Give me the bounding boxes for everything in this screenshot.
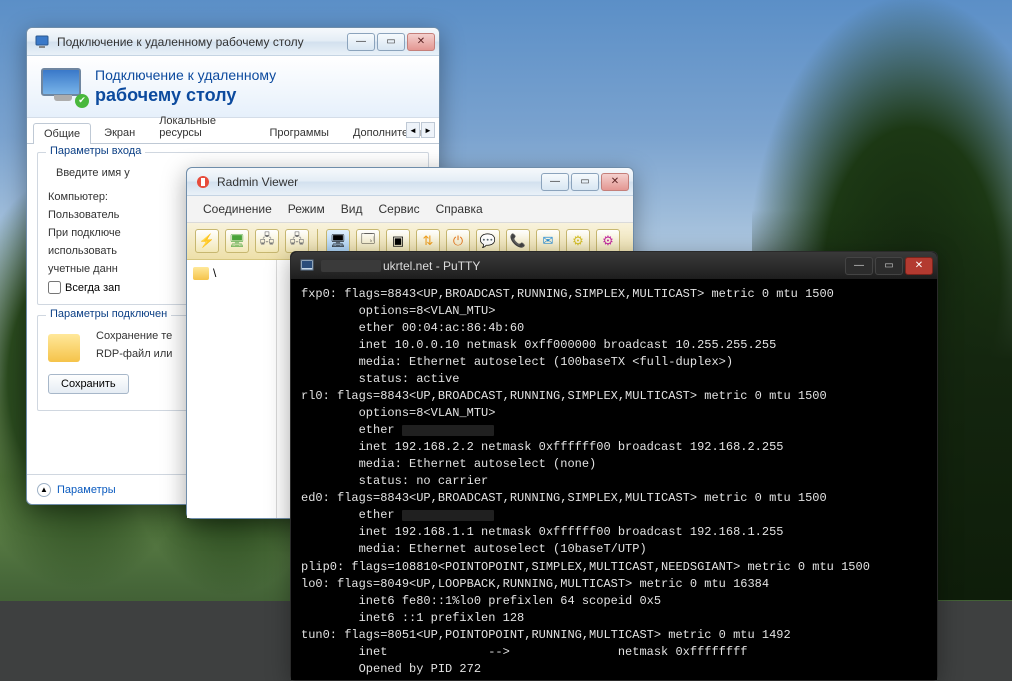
rdp-titlebar[interactable]: Подключение к удаленному рабочему столу … <box>27 28 439 56</box>
options-icon[interactable]: ⚙ <box>596 229 620 253</box>
always-checkbox-input[interactable] <box>48 281 61 294</box>
conn-line1: Сохранение те <box>96 330 172 342</box>
menu-mode[interactable]: Режим <box>282 200 331 218</box>
viewonly-icon[interactable]: 🗔 <box>356 229 380 253</box>
label-computer: Компьютер: <box>48 191 126 203</box>
radmin-menubar: Соединение Режим Вид Сервис Справка <box>187 196 633 223</box>
redacted-mac <box>402 510 494 521</box>
tab-general[interactable]: Общие <box>33 123 91 144</box>
scan-icon[interactable]: 🖧 <box>255 229 279 253</box>
term-line: ether 00:04:ac:86:4b:60 <box>301 321 524 335</box>
menu-service[interactable]: Сервис <box>372 200 425 218</box>
term-line: status: no carrier <box>301 474 488 488</box>
login-hint: Введите имя у <box>56 167 130 179</box>
expand-icon[interactable]: ▲ <box>37 483 51 497</box>
folder-icon <box>193 267 209 280</box>
redacted-mac <box>402 425 494 436</box>
tree-root-label: \ <box>213 266 216 280</box>
close-button[interactable]: ✕ <box>601 173 629 191</box>
term-line: fxp0: flags=8843<UP,BROADCAST,RUNNING,SI… <box>301 287 834 301</box>
term-line: media: Ethernet autoselect (10baseT/UTP) <box>301 542 647 556</box>
radmin-tree[interactable]: \ <box>187 260 277 518</box>
rdp-banner: ✔ Подключение к удаленному рабочему стол… <box>27 56 439 118</box>
term-line: ether <box>301 508 402 522</box>
radmin-window-title: Radmin Viewer <box>217 175 298 189</box>
settings-icon[interactable]: ⚙ <box>566 229 590 253</box>
term-line: options=8<VLAN_MTU> <box>301 304 495 318</box>
term-line: Opened by PID 272 <box>301 662 481 676</box>
maximize-button[interactable]: ▭ <box>377 33 405 51</box>
putty-window: ukrtel.net - PuTTY ― ▭ ✕ fxp0: flags=884… <box>290 251 938 681</box>
banner-line2: рабочему столу <box>95 84 276 107</box>
close-button[interactable]: ✕ <box>407 33 435 51</box>
menu-help[interactable]: Справка <box>430 200 489 218</box>
term-line: inet 10.0.0.10 netmask 0xff000000 broadc… <box>301 338 776 352</box>
minimize-button[interactable]: ― <box>347 33 375 51</box>
term-line: ed0: flags=8843<UP,BROADCAST,RUNNING,SIM… <box>301 491 827 505</box>
tab-programs[interactable]: Программы <box>259 122 340 143</box>
folder-icon <box>48 334 80 362</box>
radmin-app-icon <box>195 174 211 190</box>
maximize-button[interactable]: ▭ <box>875 257 903 275</box>
term-line: inet 192.168.1.1 netmask 0xffffff00 broa… <box>301 525 783 539</box>
login-group-legend: Параметры входа <box>46 145 145 157</box>
menu-view[interactable]: Вид <box>335 200 369 218</box>
putty-titlebar[interactable]: ukrtel.net - PuTTY ― ▭ ✕ <box>291 252 937 280</box>
minimize-button[interactable]: ― <box>845 257 873 275</box>
terminal-output[interactable]: fxp0: flags=8843<UP,BROADCAST,RUNNING,SI… <box>291 280 937 680</box>
conn-line2: RDP-файл или <box>96 348 172 360</box>
term-line: inet --> netmask 0xffffffff <box>301 645 747 659</box>
params-link[interactable]: Параметры <box>57 484 116 496</box>
rdp-app-icon <box>35 34 51 50</box>
chat-icon[interactable]: 💬 <box>476 229 500 253</box>
voice-icon[interactable]: 📞 <box>506 229 530 253</box>
term-line: lo0: flags=8049<UP,LOOPBACK,RUNNING,MULT… <box>301 577 769 591</box>
filetransfer-icon[interactable]: ⇅ <box>416 229 440 253</box>
term-line: localhost# <box>301 679 380 680</box>
tab-screen[interactable]: Экран <box>93 122 146 143</box>
term-line: inet 192.168.2.2 netmask 0xffffff00 broa… <box>301 440 783 454</box>
tree-root-item[interactable]: \ <box>193 266 270 280</box>
minimize-button[interactable]: ― <box>541 173 569 191</box>
rdp-window-title: Подключение к удаленному рабочему столу <box>57 35 304 49</box>
connect-icon[interactable]: ⚡ <box>195 229 219 253</box>
tab-scroll-right[interactable]: ► <box>421 122 435 138</box>
banner-line1: Подключение к удаленному <box>95 67 276 85</box>
add-pc-icon[interactable]: 🖥 <box>225 229 249 253</box>
term-line: tun0: flags=8051<UP,POINTOPOINT,RUNNING,… <box>301 628 791 642</box>
term-line: status: active <box>301 372 459 386</box>
tab-local-resources[interactable]: Локальные ресурсы <box>148 110 256 143</box>
label-user: Пользователь <box>48 209 126 221</box>
putty-title-suffix: ukrtel.net - PuTTY <box>383 259 480 273</box>
menu-connection[interactable]: Соединение <box>197 200 278 218</box>
term-line: inet6 ::1 prefixlen 128 <box>301 611 524 625</box>
connection-group-legend: Параметры подключен <box>46 308 171 320</box>
message-icon[interactable]: ✉ <box>536 229 560 253</box>
term-line: media: Ethernet autoselect (100baseTX <f… <box>301 355 733 369</box>
save-button[interactable]: Сохранить <box>48 374 129 394</box>
term-line: options=8<VLAN_MTU> <box>301 406 495 420</box>
term-line: ether <box>301 423 402 437</box>
term-line: media: Ethernet autoselect (none) <box>301 457 596 471</box>
always-checkbox-label: Всегда зап <box>65 282 120 294</box>
close-button[interactable]: ✕ <box>905 257 933 275</box>
tab-scroll-left[interactable]: ◄ <box>406 122 420 138</box>
monitor-icon: ✔ <box>41 68 85 106</box>
putty-host-redacted <box>321 260 381 272</box>
fullcontrol-icon[interactable]: 🖥 <box>326 229 350 253</box>
radmin-titlebar[interactable]: Radmin Viewer ― ▭ ✕ <box>187 168 633 196</box>
term-line: inet6 fe80::1%lo0 prefixlen 64 scopeid 0… <box>301 594 661 608</box>
rdp-tabs: Общие Экран Локальные ресурсы Программы … <box>27 118 439 144</box>
term-line: rl0: flags=8843<UP,BROADCAST,RUNNING,SIM… <box>301 389 827 403</box>
putty-app-icon <box>299 258 315 274</box>
term-line: plip0: flags=108810<POINTOPOINT,SIMPLEX,… <box>301 560 870 574</box>
terminal-icon[interactable]: ▣ <box>386 229 410 253</box>
shutdown-icon[interactable]: ⏻ <box>446 229 470 253</box>
scan2-icon[interactable]: 🖧 <box>285 229 309 253</box>
maximize-button[interactable]: ▭ <box>571 173 599 191</box>
